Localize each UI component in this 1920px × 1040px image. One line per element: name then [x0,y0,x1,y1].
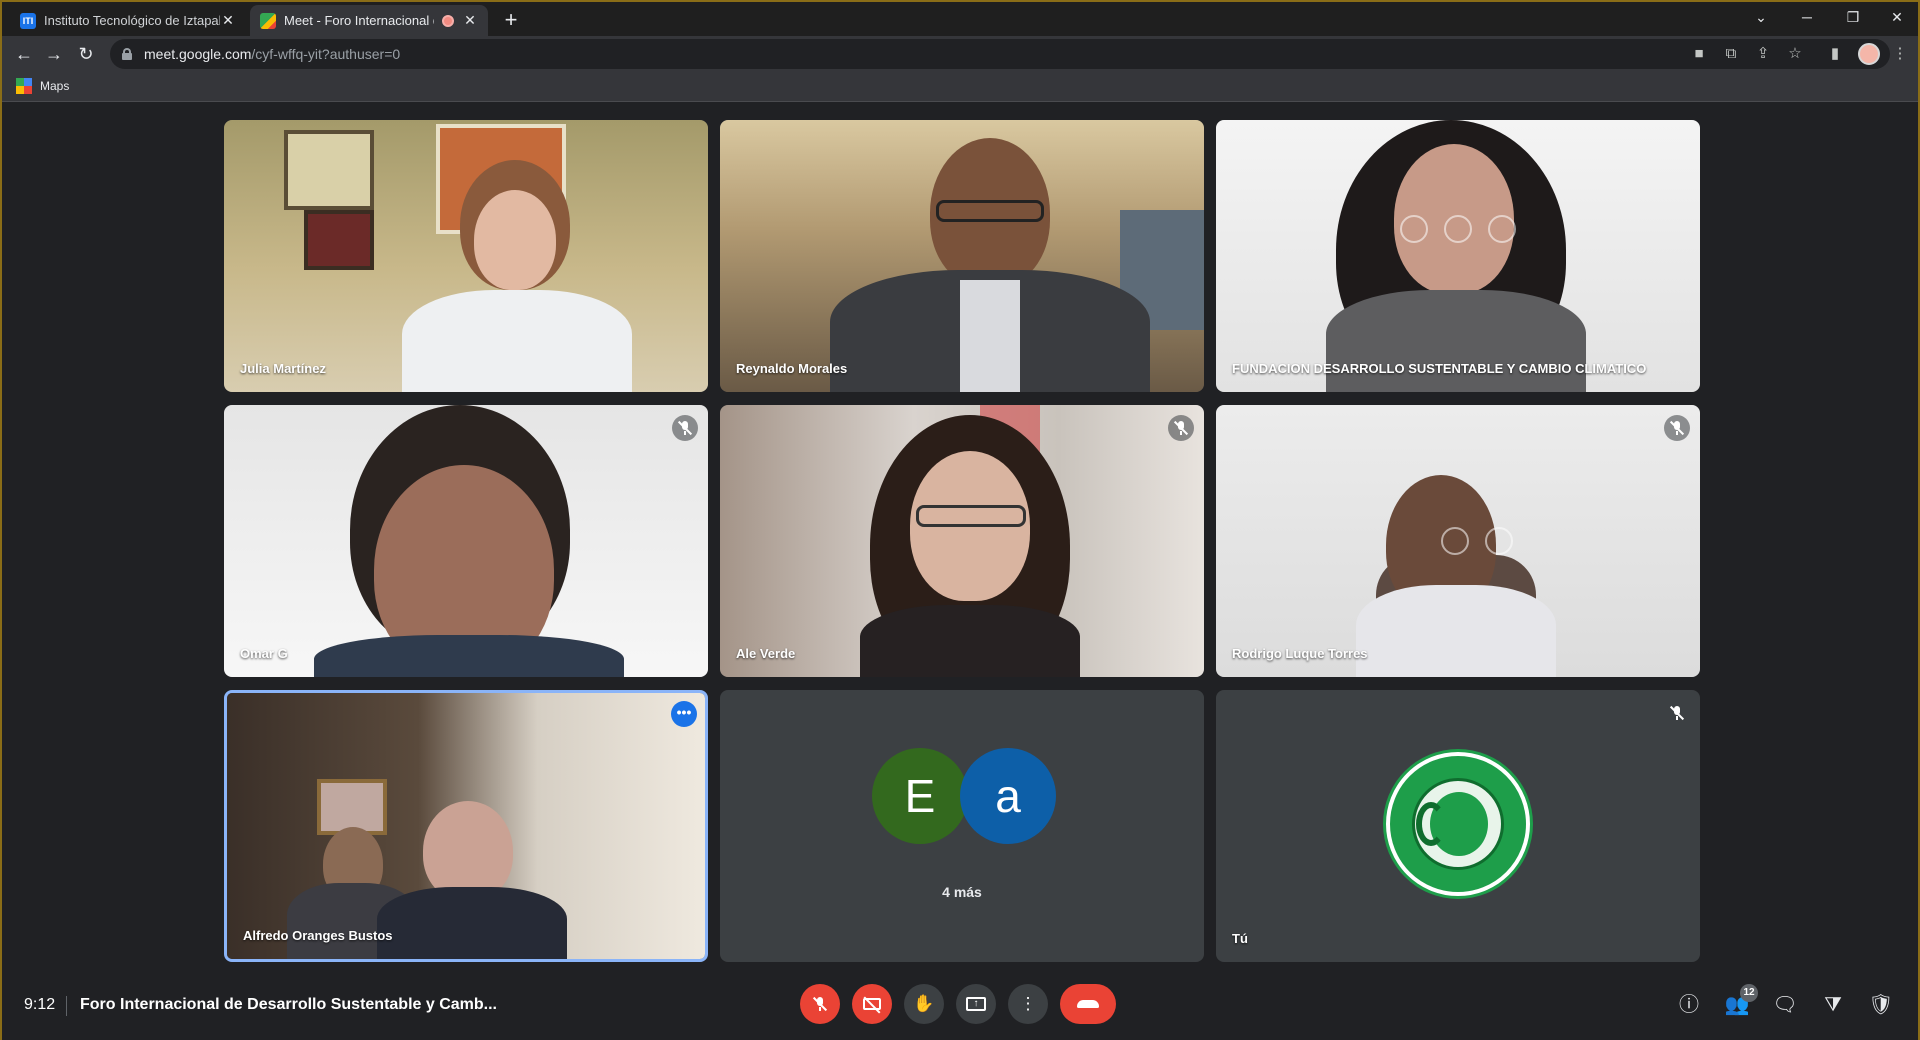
pin-icon[interactable] [1400,214,1428,243]
microphone-off-button[interactable] [800,984,840,1024]
participant-tile[interactable]: FUNDACION DESARROLLO SUSTENTABLE Y CAMBI… [1216,120,1700,392]
browser-window: ITI Instituto Tecnológico de Iztapala ✕ … [0,0,1920,1040]
bookmarks-bar: Maps [2,72,1918,102]
meet-control-bar: 9:12 Foro Internacional de Desarrollo Su… [2,972,1918,1040]
participant-video [720,120,1204,392]
more-participants-tile[interactable]: E a 4 más [720,690,1204,962]
meet-favicon-icon [260,12,276,29]
avatar: a [960,748,1056,844]
meeting-time: 9:12 [24,996,56,1013]
muted-mic-icon [672,415,698,441]
participant-tile[interactable]: Omar G [224,405,708,677]
muted-mic-icon [1664,700,1690,726]
participant-name: Omar G [240,646,288,661]
camera-off-button[interactable] [852,984,892,1024]
participant-name: Reynaldo Morales [736,361,848,376]
address-bar[interactable]: meet.google.com/cyf-wffq-yit?authuser=0 [110,39,1890,69]
remove-icon[interactable] [1488,214,1516,243]
avatar: E [872,748,968,844]
bookmark-maps[interactable]: Maps [16,78,69,94]
recording-indicator-icon [442,14,454,27]
self-tile[interactable]: Tú [1216,690,1700,962]
leave-call-button[interactable] [1060,984,1116,1024]
close-window-icon[interactable]: ✕ [1874,2,1920,32]
more-options-button[interactable]: ••• [671,701,697,727]
share-icon[interactable]: ⇪ [1753,44,1773,64]
participant-tile[interactable]: Reynaldo Morales [720,120,1204,392]
participant-tile[interactable]: Julia Martínez [224,120,708,392]
participant-video [720,405,1204,677]
participant-name: Ale Verde [736,646,796,661]
camera-in-use-icon[interactable]: ■ [1689,44,1709,64]
present-icon: ↑ [966,997,986,1011]
more-participants-label: 4 más [942,884,982,900]
participants-count-badge: 12 [1740,984,1758,1002]
fundacion-logo [1386,752,1530,896]
hang-up-icon [1077,1000,1099,1008]
muted-mic-icon [1168,415,1194,441]
participant-tile[interactable]: Ale Verde [720,405,1204,677]
participant-name: Rodrigo Luque Torres [1232,646,1368,661]
tab-strip: ITI Instituto Tecnológico de Iztapala ✕ … [2,2,1918,36]
reload-icon[interactable]: ↻ [74,42,98,66]
browser-toolbar: ← → ↻ meet.google.com/cyf-wffq-yit?authu… [2,36,1918,72]
side-panel-icon[interactable]: ▮ [1825,44,1845,64]
tab-title: Meet - Foro Internacional de [284,13,434,28]
participant-name: FUNDACION DESARROLLO SUSTENTABLE Y CAMBI… [1232,361,1647,376]
participant-tile[interactable]: Rodrigo Luque Torres [1216,405,1700,677]
participant-video [1216,120,1700,392]
tab-title: Instituto Tecnológico de Iztapala [44,13,220,28]
tile-hover-controls [1441,527,1514,555]
meet-stage: Julia Martínez Reynaldo Morales FUNDACIO… [2,103,1918,1040]
tab-meet[interactable]: Meet - Foro Internacional de ✕ [250,5,488,36]
participant-name: Alfredo Oranges Bustos [243,928,393,943]
raise-hand-button[interactable]: ✋ [904,984,944,1024]
muted-mic-icon [1664,415,1690,441]
bookmark-star-icon[interactable]: ☆ [1785,44,1805,64]
lock-icon [122,48,132,60]
maps-icon [16,78,32,94]
url-path: /cyf-wffq-yit?authuser=0 [251,46,401,62]
participant-video [224,120,708,392]
remove-icon[interactable] [1485,527,1514,555]
more-options-button[interactable]: ⋮ [1008,984,1048,1024]
mic-icon[interactable] [1444,214,1472,243]
url-host: meet.google.com [144,46,252,62]
hand-icon: ✋ [913,994,935,1013]
new-tab-button[interactable]: + [498,7,524,33]
tab-search-icon[interactable]: ⌄ [1738,2,1784,32]
participants-button[interactable]: 👥 12 [1724,984,1758,1018]
instituto-favicon-icon: ITI [20,12,36,29]
participant-name: Julia Martínez [240,361,326,376]
minimize-icon[interactable]: ─ [1784,2,1830,32]
close-tab-icon[interactable]: ✕ [462,12,478,29]
open-in-new-icon[interactable]: ⧉ [1721,44,1741,64]
mic-off-icon [812,996,828,1012]
present-screen-button[interactable]: ↑ [956,984,996,1024]
restore-icon[interactable]: ❐ [1830,2,1876,32]
bookmark-label: Maps [40,79,70,93]
menu-kebab-icon[interactable]: ⋮ [1890,44,1910,64]
close-tab-icon[interactable]: ✕ [220,12,236,29]
divider [66,996,67,1016]
tile-hover-controls [1400,214,1516,243]
camera-off-icon [863,996,881,1014]
participant-tile-highlighted[interactable]: ••• Alfredo Oranges Bustos [224,690,708,962]
participant-video [227,693,705,959]
host-controls-icon[interactable]: 🛡 [1868,992,1894,1018]
profile-avatar[interactable] [1858,43,1880,65]
activities-icon[interactable]: ⧩ [1820,992,1846,1018]
meeting-title: Foro Internacional de Desarrollo Sustent… [80,996,497,1013]
participant-name: Tú [1232,931,1248,946]
forward-icon[interactable]: → [42,42,66,66]
kebab-icon: ⋮ [1019,994,1037,1013]
chat-icon[interactable]: 🗨 [1772,992,1798,1018]
participant-video [224,405,708,677]
pin-icon[interactable] [1441,527,1470,555]
meeting-details-icon[interactable]: ⓘ [1676,992,1702,1018]
tab-instituto[interactable]: ITI Instituto Tecnológico de Iztapala ✕ [10,5,246,36]
back-icon[interactable]: ← [12,42,36,66]
